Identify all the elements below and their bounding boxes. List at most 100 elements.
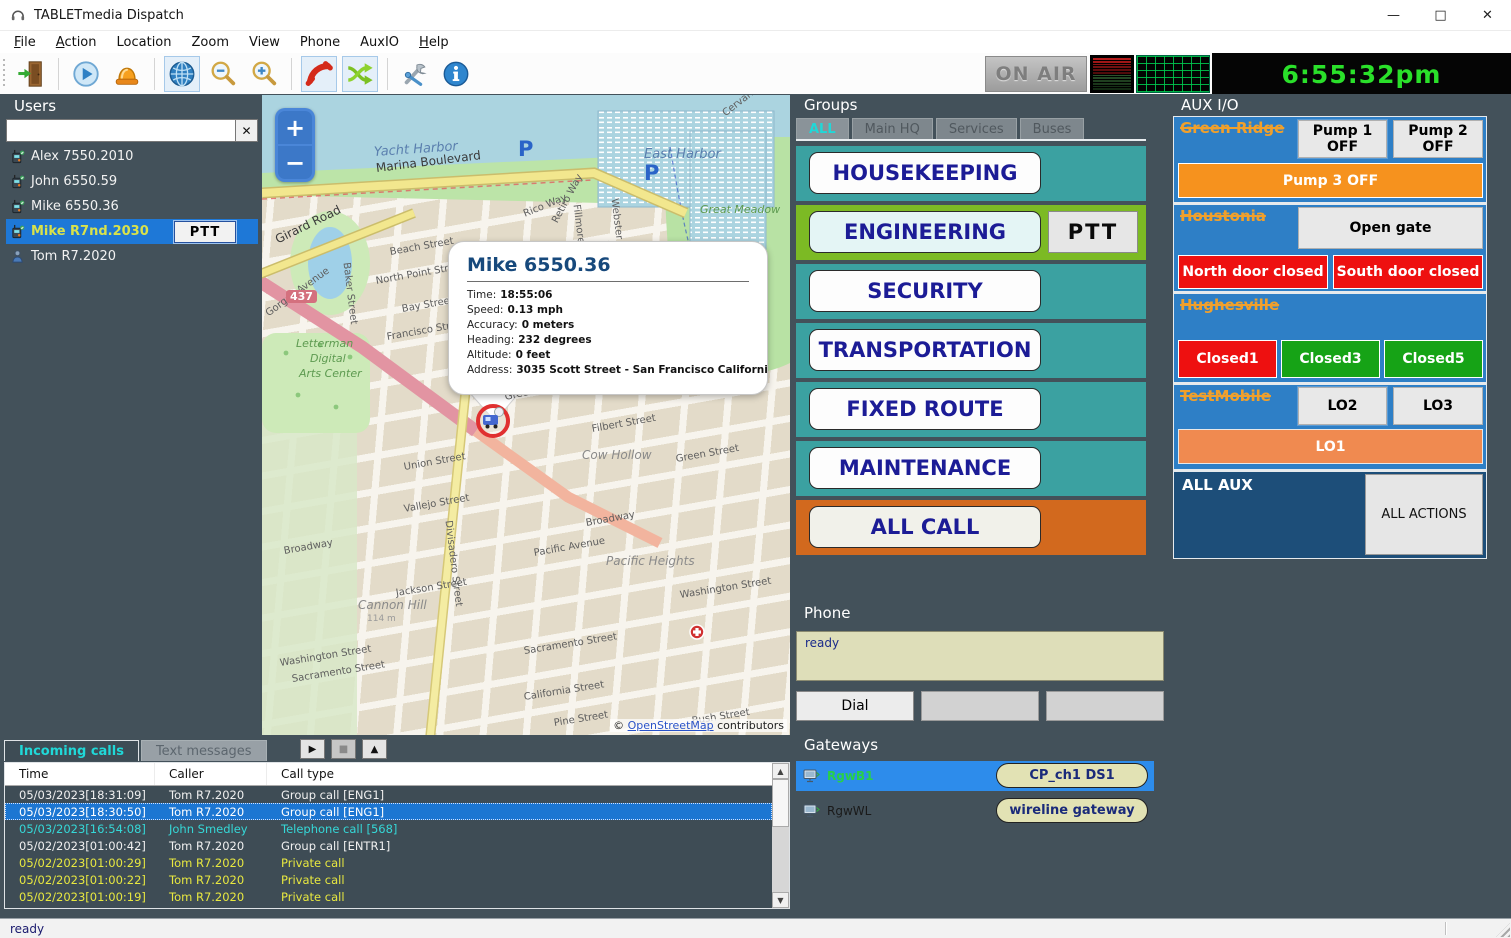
close-button[interactable]: ✕ xyxy=(1464,0,1511,30)
menu-file[interactable]: File xyxy=(4,33,46,52)
column-time[interactable]: Time xyxy=(5,763,155,785)
exit-door-button[interactable] xyxy=(13,56,49,92)
call-log-row[interactable]: 05/03/2023[18:31:09]Tom R7.2020Group cal… xyxy=(5,786,772,803)
menu-action[interactable]: Action xyxy=(46,33,107,52)
call-type: Private call xyxy=(267,856,772,870)
toolbar-grip[interactable] xyxy=(3,59,5,89)
call-type: Private call xyxy=(267,890,772,904)
resize-grip[interactable] xyxy=(1496,923,1510,937)
users-header: Users xyxy=(6,96,258,117)
calls-tab-text-messages[interactable]: Text messages xyxy=(141,740,267,761)
menu-location[interactable]: Location xyxy=(107,33,182,52)
call-log-row[interactable]: 05/02/2023[01:00:19]Tom R7.2020Private c… xyxy=(5,888,772,905)
groups-tab-services[interactable]: Services xyxy=(936,118,1017,139)
groups-tab-buses[interactable]: Buses xyxy=(1020,118,1085,139)
user-list-item[interactable]: Mike R7nd.2030PTT xyxy=(6,219,258,244)
menu-phone[interactable]: Phone xyxy=(290,33,350,52)
group-call-button[interactable]: ENGINEERING xyxy=(809,211,1041,253)
start-session-button[interactable] xyxy=(68,56,104,92)
user-list-item[interactable]: Tom R7.2020 xyxy=(6,244,258,269)
user-list-item[interactable]: Alex 7550.2010 xyxy=(6,144,258,169)
groups-rows: HOUSEKEEPING ENGINEERINGPTTSECURITY TRANSP… xyxy=(796,146,1146,555)
map-zoom-out-button[interactable]: − xyxy=(278,146,312,179)
scroll-up-button[interactable]: ▲ xyxy=(362,739,387,759)
call-log-row[interactable]: 05/02/2023[01:00:29]Tom R7.2020Private c… xyxy=(5,854,772,871)
settings-tools-button[interactable] xyxy=(397,56,433,92)
call-type: Group call [ENTR1] xyxy=(267,839,772,853)
calls-tab-incoming-calls[interactable]: Incoming calls xyxy=(4,740,139,761)
menu-help[interactable]: Help xyxy=(409,33,459,52)
column-caller[interactable]: Caller xyxy=(155,763,267,785)
aux-io-button[interactable]: LO2 xyxy=(1298,387,1387,425)
cross-patch-button[interactable] xyxy=(342,56,378,92)
scrollbar-thumb[interactable] xyxy=(772,779,789,827)
dial-button[interactable]: Dial xyxy=(796,691,914,721)
gateway-channel-button[interactable]: CP_ch1 DS1 xyxy=(996,763,1148,788)
info-button[interactable] xyxy=(438,56,474,92)
aux-io-button[interactable]: Pump 3 OFF xyxy=(1178,163,1483,198)
user-ptt-button[interactable]: PTT xyxy=(174,221,236,243)
aux-io-button[interactable]: Closed3 xyxy=(1281,340,1380,378)
map-zoom-in-button[interactable]: + xyxy=(278,111,312,144)
call-log-row[interactable]: 05/03/2023[18:30:50]Tom R7.2020Group cal… xyxy=(5,803,772,820)
aux-io-button[interactable]: South door closed xyxy=(1333,255,1483,289)
calls-scrollbar[interactable]: ▲ ▼ xyxy=(772,763,789,908)
scrollbar-up-icon[interactable]: ▲ xyxy=(772,763,789,779)
zoom-out-icon xyxy=(208,59,238,89)
search-clear-icon[interactable]: ✕ xyxy=(236,119,258,142)
zoom-out-button[interactable] xyxy=(205,56,241,92)
scrollbar-down-icon[interactable]: ▼ xyxy=(772,892,789,908)
user-list-item[interactable]: John 6550.59 xyxy=(6,169,258,194)
zoom-in-button[interactable] xyxy=(246,56,282,92)
phone-display[interactable]: ready xyxy=(796,631,1164,681)
aux-io-button[interactable]: Pump 1 OFF xyxy=(1298,120,1387,158)
aux-io-button[interactable]: Pump 2 OFF xyxy=(1393,120,1483,158)
aux-io-button[interactable]: LO1 xyxy=(1178,429,1483,464)
column-call-type[interactable]: Call type xyxy=(267,763,789,785)
groups-tab-all[interactable]: ALL xyxy=(796,118,849,139)
group-call-button[interactable]: FIXED ROUTE xyxy=(809,388,1041,430)
map-globe-button[interactable] xyxy=(164,56,200,92)
aux-io-button[interactable]: Closed1 xyxy=(1178,340,1277,378)
person-icon xyxy=(10,249,25,264)
phone-spare-button[interactable] xyxy=(921,691,1039,721)
users-search-input[interactable] xyxy=(6,119,236,142)
aux-io-button[interactable]: North door closed xyxy=(1178,255,1328,289)
osm-link[interactable]: OpenStreetMap xyxy=(628,719,714,732)
minimize-button[interactable]: — xyxy=(1370,0,1417,30)
group-call-button[interactable]: MAINTENANCE xyxy=(809,447,1041,489)
call-type: Group call [ENG1] xyxy=(267,805,772,819)
phone-spare-button[interactable] xyxy=(1046,691,1164,721)
group-call-button[interactable]: ALL CALL xyxy=(809,506,1041,548)
group-call-button[interactable]: HOUSEKEEPING xyxy=(809,152,1041,194)
aux-io-button[interactable]: LO3 xyxy=(1393,387,1483,425)
groups-tab-main-hq[interactable]: Main HQ xyxy=(852,118,933,139)
all-actions-button[interactable]: ALL ACTIONS xyxy=(1365,474,1483,555)
gateway-row[interactable]: RgwB1CP_ch1 DS1 xyxy=(796,761,1154,791)
gateway-channel-button[interactable]: wireline gateway xyxy=(996,798,1148,823)
group-call-button[interactable]: TRANSPORTATION xyxy=(809,329,1041,371)
play-button[interactable]: ▶ xyxy=(300,739,325,759)
alert-siren-button[interactable] xyxy=(109,56,145,92)
menu-zoom[interactable]: Zoom xyxy=(182,33,239,52)
call-log-row[interactable]: 05/02/2023[01:00:42]Tom R7.2020Group cal… xyxy=(5,837,772,854)
phone-call-button[interactable] xyxy=(301,56,337,92)
user-list-item[interactable]: Mike 6550.36 xyxy=(6,194,258,219)
maximize-button[interactable]: □ xyxy=(1417,0,1464,30)
gateway-row[interactable]: RgwWLwireline gateway xyxy=(796,796,1154,826)
menu-view[interactable]: View xyxy=(239,33,290,52)
phone-call-icon xyxy=(304,59,334,89)
aux-io-button[interactable]: Closed5 xyxy=(1384,340,1483,378)
group-call-button[interactable]: SECURITY xyxy=(809,270,1041,312)
stop-button[interactable]: ■ xyxy=(331,739,356,759)
group-row: TRANSPORTATION xyxy=(796,323,1146,378)
aux-io-button[interactable]: Open gate xyxy=(1298,207,1483,249)
menu-auxio[interactable]: AuxIO xyxy=(350,33,409,52)
call-log-row[interactable]: 05/03/2023[16:54:08]John SmedleyTelephon… xyxy=(5,820,772,837)
map-label: Arts Center xyxy=(299,367,362,380)
group-ptt-button[interactable]: PTT xyxy=(1048,211,1138,253)
call-time: 05/02/2023[01:00:29] xyxy=(5,856,155,870)
call-log-row[interactable]: 05/02/2023[01:00:22]Tom R7.2020Private c… xyxy=(5,871,772,888)
map-panel[interactable]: Yacht HarborEast HarborGreat MeadowMarin… xyxy=(262,95,790,735)
aux-section: Green RidgePump 1 OFFPump 2 OFFPump 3 OF… xyxy=(1174,117,1486,202)
